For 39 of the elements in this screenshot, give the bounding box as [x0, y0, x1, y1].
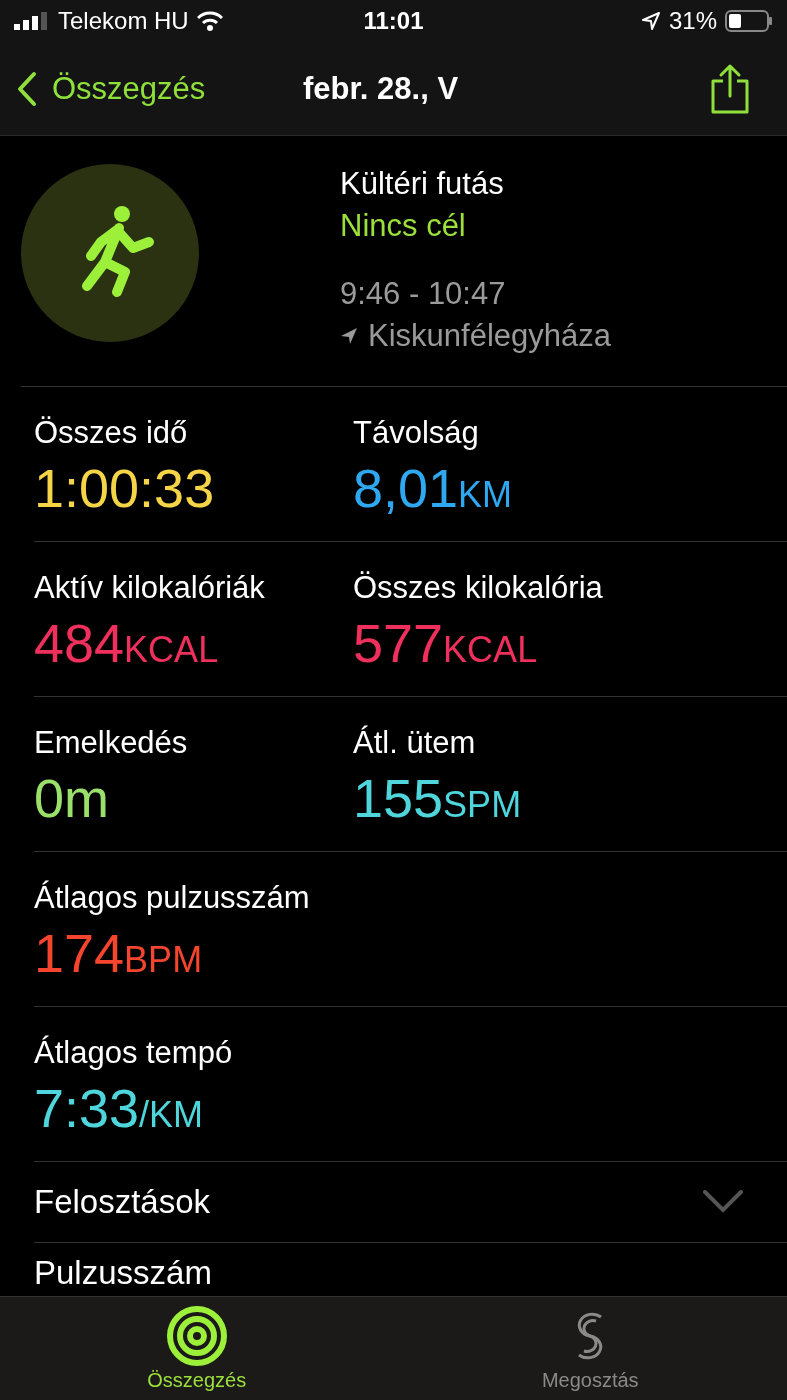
- carrier-name: Telekom HU: [58, 7, 189, 35]
- metric-label: Átl. ütem: [353, 725, 476, 761]
- section-title[interactable]: Pulzusszám: [34, 1255, 212, 1292]
- battery-icon: [725, 10, 773, 32]
- share-icon[interactable]: [709, 62, 751, 115]
- location-arrow-icon: [340, 327, 358, 345]
- metric-label: Aktív kilokalóriák: [34, 570, 265, 606]
- metric-value: 577KCAL: [353, 612, 538, 674]
- metric-label: Távolság: [353, 415, 479, 451]
- back-button[interactable]: Összegzés: [16, 70, 206, 107]
- metric-label: Összes idő: [34, 415, 188, 451]
- metric-value: 174BPM: [34, 922, 203, 984]
- chevron-icon[interactable]: [703, 1190, 743, 1214]
- metric-label: Emelkedés: [34, 725, 188, 761]
- metric-value: 484KCAL: [34, 612, 219, 674]
- metric-label: Összes kilokalória: [353, 570, 603, 606]
- clock-time: 11:01: [363, 7, 424, 35]
- back-chevron-icon[interactable]: [16, 70, 38, 107]
- nav-title: febr. 28., V: [303, 70, 459, 107]
- workout-goal: Nincs cél: [340, 208, 467, 244]
- rings-icon[interactable]: [165, 1305, 228, 1367]
- signal-icon: [14, 12, 50, 30]
- metric-label: Átlagos tempó: [34, 1035, 233, 1071]
- time-range: 9:46 - 10:47: [340, 276, 507, 312]
- location-name: Kiskunfélegyháza: [368, 318, 611, 354]
- wifi-icon: [196, 11, 223, 31]
- metric-value: 8,01KM: [353, 457, 513, 519]
- metric-label: Átlagos pulzusszám: [34, 880, 310, 916]
- location-arrow-icon: [640, 11, 661, 31]
- tab-button[interactable]: Megosztás: [393, 1297, 787, 1400]
- section-title[interactable]: Felosztások: [34, 1183, 211, 1221]
- battery-percent: 31%: [668, 7, 717, 35]
- tab-button[interactable]: Összegzés: [0, 1297, 394, 1400]
- workout-name: Kültéri futás: [340, 166, 505, 202]
- metric-value: 7:33/KM: [34, 1077, 204, 1139]
- metric-value: 1:00:33: [34, 457, 215, 519]
- running-figure-icon: [21, 164, 199, 342]
- metric-value: 155SPM: [353, 767, 522, 829]
- metric-value: 0m: [34, 767, 109, 829]
